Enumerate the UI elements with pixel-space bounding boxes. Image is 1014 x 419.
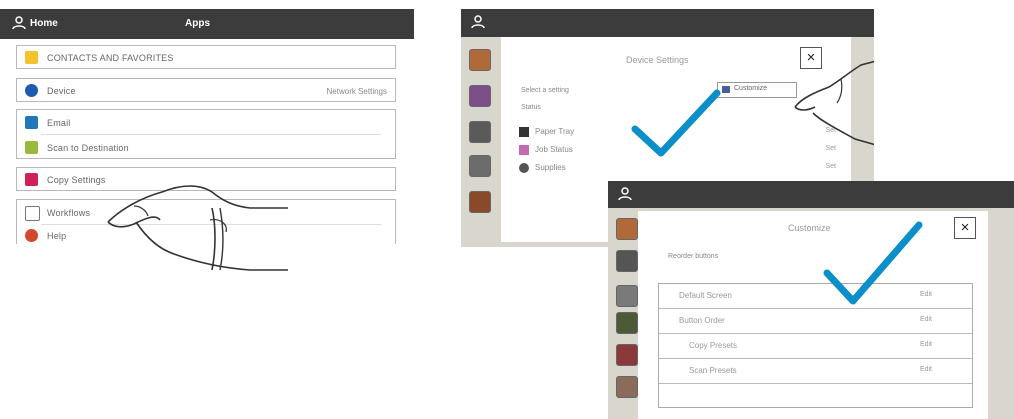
help-icon xyxy=(25,229,38,242)
dialog-subtitle: Select a setting xyxy=(521,87,569,94)
checkmark-icon xyxy=(823,221,923,305)
copy-icon xyxy=(25,173,38,186)
dialog-title: Device Settings xyxy=(626,55,689,65)
list-item-value: Edit xyxy=(919,341,932,348)
list-item-value: Edit xyxy=(919,316,932,323)
scan-icon xyxy=(25,141,38,154)
email-icon xyxy=(25,116,38,129)
list-item-label: Default Screen xyxy=(679,291,732,300)
list-item-label: Scan Presets xyxy=(689,366,737,375)
app-tile-icon[interactable] xyxy=(469,49,491,71)
app-tile-icon[interactable] xyxy=(616,250,638,272)
app-tile-icon[interactable] xyxy=(469,155,491,177)
list-item-label: Button Order xyxy=(679,316,725,325)
row-label: Workflows xyxy=(47,208,91,218)
app-tile-icon[interactable] xyxy=(616,376,638,398)
pointing-hand-icon xyxy=(107,185,288,271)
list-item[interactable]: Button Order Edit xyxy=(659,309,972,334)
app-group: Email Scan to Destination xyxy=(16,109,396,159)
app-tile-icon[interactable] xyxy=(616,285,638,307)
row-label: Copy Settings xyxy=(47,175,106,185)
app-tile-icon[interactable] xyxy=(469,121,491,143)
list-item[interactable]: Supplies Set xyxy=(511,161,836,177)
app-tile-icon[interactable] xyxy=(616,344,638,366)
dialog-subtitle: Reorder buttons xyxy=(668,253,719,260)
list-item-value: Edit xyxy=(919,366,932,373)
close-button[interactable]: × xyxy=(954,217,976,239)
customize-label: Customize xyxy=(734,85,768,92)
row-label: Scan to Destination xyxy=(47,143,129,153)
app-row[interactable]: Scan to Destination xyxy=(17,135,395,159)
row-label: CONTACTS AND FAVORITES xyxy=(47,53,174,63)
list-item-label: Copy Presets xyxy=(689,341,738,350)
row-value: Network Settings xyxy=(326,87,387,96)
app-row[interactable]: Device Network Settings xyxy=(16,78,396,102)
app-tile-icon[interactable] xyxy=(469,85,491,107)
checkmark-icon xyxy=(631,89,721,157)
user-icon[interactable] xyxy=(618,187,632,201)
customize-dialog: Customize × Reorder buttons Default Scre… xyxy=(638,211,988,419)
user-label[interactable]: Home xyxy=(30,18,58,29)
list-item[interactable]: Scan Presets Edit xyxy=(659,359,972,384)
customize-icon xyxy=(722,86,730,93)
row-label: Device xyxy=(47,86,76,96)
tray-icon xyxy=(519,127,529,137)
user-icon[interactable] xyxy=(471,15,485,29)
row-label: Help xyxy=(47,231,67,241)
list-item[interactable]: Default Screen Edit xyxy=(659,284,972,309)
panel-b-header xyxy=(461,9,874,37)
customize-screen: Customize × Reorder buttons Default Scre… xyxy=(608,181,1014,419)
app-tile-icon[interactable] xyxy=(616,218,638,240)
row-label: Email xyxy=(47,118,71,128)
list-item-value: Set xyxy=(825,163,836,170)
list-item-label: Job Status xyxy=(535,145,573,154)
list-item-label: Paper Tray xyxy=(535,127,575,136)
section-label: Status xyxy=(521,104,541,111)
panel-c-header xyxy=(608,181,1014,208)
workflow-icon xyxy=(25,206,40,221)
supplies-icon xyxy=(519,163,529,173)
device-icon xyxy=(25,84,38,97)
app-tile-icon[interactable] xyxy=(469,191,491,213)
panel-a-header: Home Apps xyxy=(0,9,414,39)
job-icon xyxy=(519,145,529,155)
list-item[interactable]: Copy Presets Edit xyxy=(659,334,972,359)
app-row[interactable]: CONTACTS AND FAVORITES xyxy=(16,45,396,69)
page-title: Apps xyxy=(185,18,210,29)
pointing-hand-icon xyxy=(794,60,874,146)
list-item-label: Supplies xyxy=(535,163,566,172)
app-tile-icon[interactable] xyxy=(616,312,638,334)
app-row[interactable]: Email xyxy=(17,110,395,134)
user-icon[interactable] xyxy=(12,16,26,34)
customize-list: Default Screen Edit Button Order Edit Co… xyxy=(658,283,973,408)
folder-icon xyxy=(25,51,38,64)
